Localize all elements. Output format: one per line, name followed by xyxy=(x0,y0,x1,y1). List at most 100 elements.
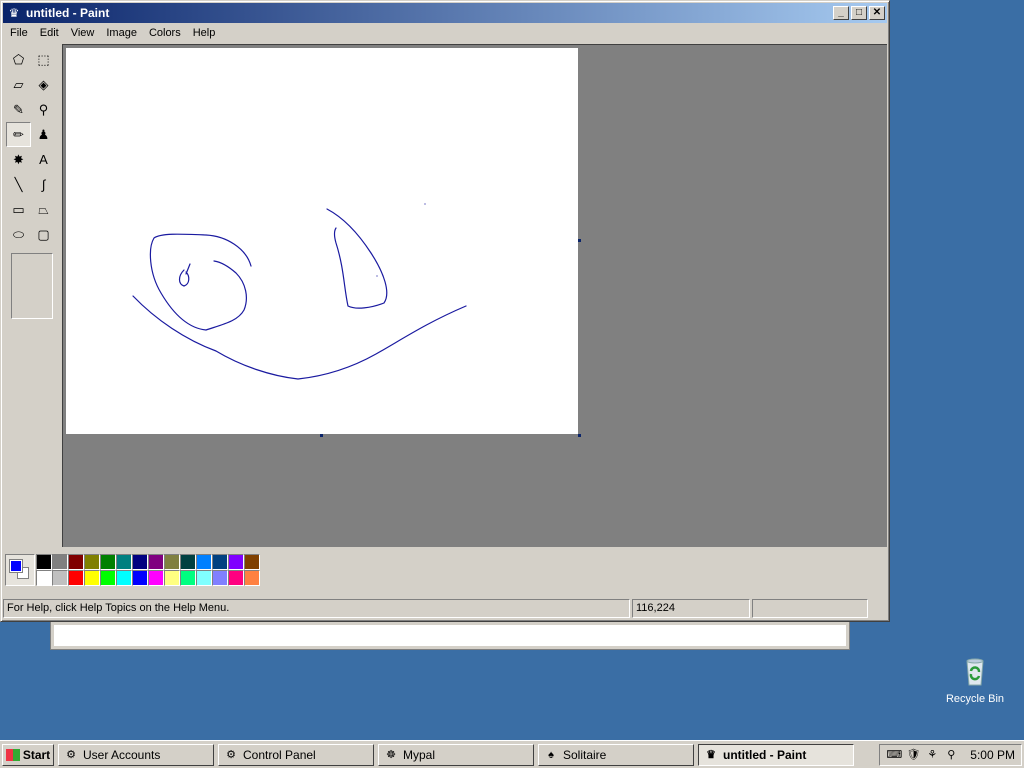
color-swatch[interactable] xyxy=(148,554,164,570)
taskbar-item-label: Control Panel xyxy=(243,747,316,762)
color-swatch[interactable] xyxy=(164,570,180,586)
color-palette xyxy=(5,554,260,588)
airbrush-icon[interactable]: ✸ xyxy=(6,147,31,172)
stroke-left-loop xyxy=(149,233,252,331)
tool-options-box[interactable] xyxy=(11,253,53,319)
color-swatch[interactable] xyxy=(52,570,68,586)
search-icon[interactable]: ⚲ xyxy=(943,747,959,763)
color-swatch[interactable] xyxy=(68,570,84,586)
color-swatch[interactable] xyxy=(68,554,84,570)
start-button[interactable]: Start xyxy=(2,743,54,766)
control-panel-icon: ⚙ xyxy=(66,749,76,761)
color-swatch[interactable] xyxy=(100,570,116,586)
curve-icon[interactable]: ∫ xyxy=(31,172,56,197)
close-button[interactable]: ✕ xyxy=(869,6,885,20)
taskbar-item[interactable]: ☸ Mypal xyxy=(378,743,534,766)
color-swatch[interactable] xyxy=(228,570,244,586)
resize-handle-right[interactable] xyxy=(578,239,581,242)
menu-help[interactable]: Help xyxy=(187,27,222,39)
color-swatch[interactable] xyxy=(132,554,148,570)
color-swatch[interactable] xyxy=(36,570,52,586)
color-swatch[interactable] xyxy=(244,570,260,586)
color-swatch[interactable] xyxy=(196,554,212,570)
paint-app-icon[interactable]: ♛ xyxy=(6,5,22,21)
color-swatch[interactable] xyxy=(244,554,260,570)
menu-file[interactable]: File xyxy=(4,27,34,39)
stroke-right-shape xyxy=(326,208,388,309)
system-tray: ⌨ 🛡 ⚘ ⚲ 5:00 PM xyxy=(879,743,1022,766)
security-shield-icon[interactable]: 🛡 xyxy=(905,747,921,763)
rectangle-icon[interactable]: ▭ xyxy=(6,197,31,222)
canvas-area xyxy=(62,44,887,547)
taskbar-item-label: Solitaire xyxy=(563,747,607,762)
maximize-button[interactable]: □ xyxy=(851,6,867,20)
stroke-dot xyxy=(376,275,378,277)
color-swatch[interactable] xyxy=(36,554,52,570)
text-icon[interactable]: A xyxy=(31,147,56,172)
taskbar-item[interactable]: ⚙ Control Panel xyxy=(218,743,374,766)
menu-image[interactable]: Image xyxy=(100,27,143,39)
color-swatch[interactable] xyxy=(228,554,244,570)
recycle-bin[interactable]: Recycle Bin xyxy=(940,655,1010,705)
color-picker-icon[interactable]: ✎ xyxy=(6,97,31,122)
color-swatch[interactable] xyxy=(196,570,212,586)
clock[interactable]: 5:00 PM xyxy=(970,748,1015,762)
title-bar[interactable]: ♛ untitled - Paint _ □ ✕ xyxy=(3,3,887,23)
line-icon[interactable]: ╲ xyxy=(6,172,31,197)
eraser-icon[interactable]: ▱ xyxy=(6,72,31,97)
color-swatch[interactable] xyxy=(148,570,164,586)
color-swatch[interactable] xyxy=(84,554,100,570)
rounded-rectangle-icon[interactable]: ▢ xyxy=(31,222,56,247)
stroke-bottom-curve xyxy=(132,295,467,380)
color-swatch[interactable] xyxy=(116,554,132,570)
window-title: untitled - Paint xyxy=(26,6,110,20)
solitaire-icon: ♠ xyxy=(548,748,554,761)
resize-handle-bottom[interactable] xyxy=(320,434,323,437)
taskbar-item[interactable]: ⚙ User Accounts xyxy=(58,743,214,766)
color-swatch[interactable] xyxy=(212,554,228,570)
status-coordinates: 116,224 xyxy=(632,599,750,618)
color-swatch[interactable] xyxy=(52,554,68,570)
taskbar-item[interactable]: ♠ Solitaire xyxy=(538,743,694,766)
keyboard-icon[interactable]: ⌨ xyxy=(886,747,902,763)
brush-icon[interactable]: ♟ xyxy=(31,122,56,147)
status-size xyxy=(752,599,868,618)
recycle-bin-label: Recycle Bin xyxy=(945,693,1005,705)
polygon-icon[interactable]: ⏢ xyxy=(31,197,56,222)
toolbox: ⬠ ⬚ ▱ ◈ ✎ ⚲ ✏ ♟ ✸ A ╲ ∫ ▭ ⏢ ⬭ ▢ xyxy=(6,47,58,319)
pencil-icon[interactable]: ✏ xyxy=(6,122,31,147)
color-swatch[interactable] xyxy=(116,570,132,586)
color-swatch[interactable] xyxy=(84,570,100,586)
stroke-dot xyxy=(424,203,426,205)
color-swatch[interactable] xyxy=(100,554,116,570)
fill-bucket-icon[interactable]: ◈ xyxy=(31,72,56,97)
color-swatch[interactable] xyxy=(212,570,228,586)
select-icon[interactable]: ⬚ xyxy=(31,47,56,72)
taskbar-item-label: untitled - Paint xyxy=(723,747,807,762)
menu-edit[interactable]: Edit xyxy=(34,27,65,39)
resize-handle-corner[interactable] xyxy=(578,434,581,437)
drawing-canvas[interactable] xyxy=(66,48,578,434)
magnifier-icon[interactable]: ⚲ xyxy=(31,97,56,122)
free-form-select-icon[interactable]: ⬠ xyxy=(6,47,31,72)
minimize-button[interactable]: _ xyxy=(833,6,849,20)
current-colors[interactable] xyxy=(5,554,35,586)
menu-view[interactable]: View xyxy=(65,27,101,39)
taskbar-item-label: Mypal xyxy=(403,747,436,762)
taskbar-item[interactable]: ♛ untitled - Paint xyxy=(698,743,854,766)
ellipse-icon[interactable]: ⬭ xyxy=(6,222,31,247)
recycle-bin-icon xyxy=(966,658,984,686)
status-help-text: For Help, click Help Topics on the Help … xyxy=(3,599,630,618)
background-window-content xyxy=(54,625,846,646)
color-swatch[interactable] xyxy=(132,570,148,586)
color-swatch[interactable] xyxy=(180,554,196,570)
menu-colors[interactable]: Colors xyxy=(143,27,187,39)
drawing-strokes xyxy=(132,203,467,380)
color-swatch[interactable] xyxy=(180,570,196,586)
control-panel-icon: ⚙ xyxy=(226,749,236,761)
status-bar: For Help, click Help Topics on the Help … xyxy=(3,599,887,619)
stroke-small-mark xyxy=(178,263,191,287)
network-icon[interactable]: ⚘ xyxy=(924,747,940,763)
color-swatch[interactable] xyxy=(164,554,180,570)
foreground-color xyxy=(9,559,23,573)
